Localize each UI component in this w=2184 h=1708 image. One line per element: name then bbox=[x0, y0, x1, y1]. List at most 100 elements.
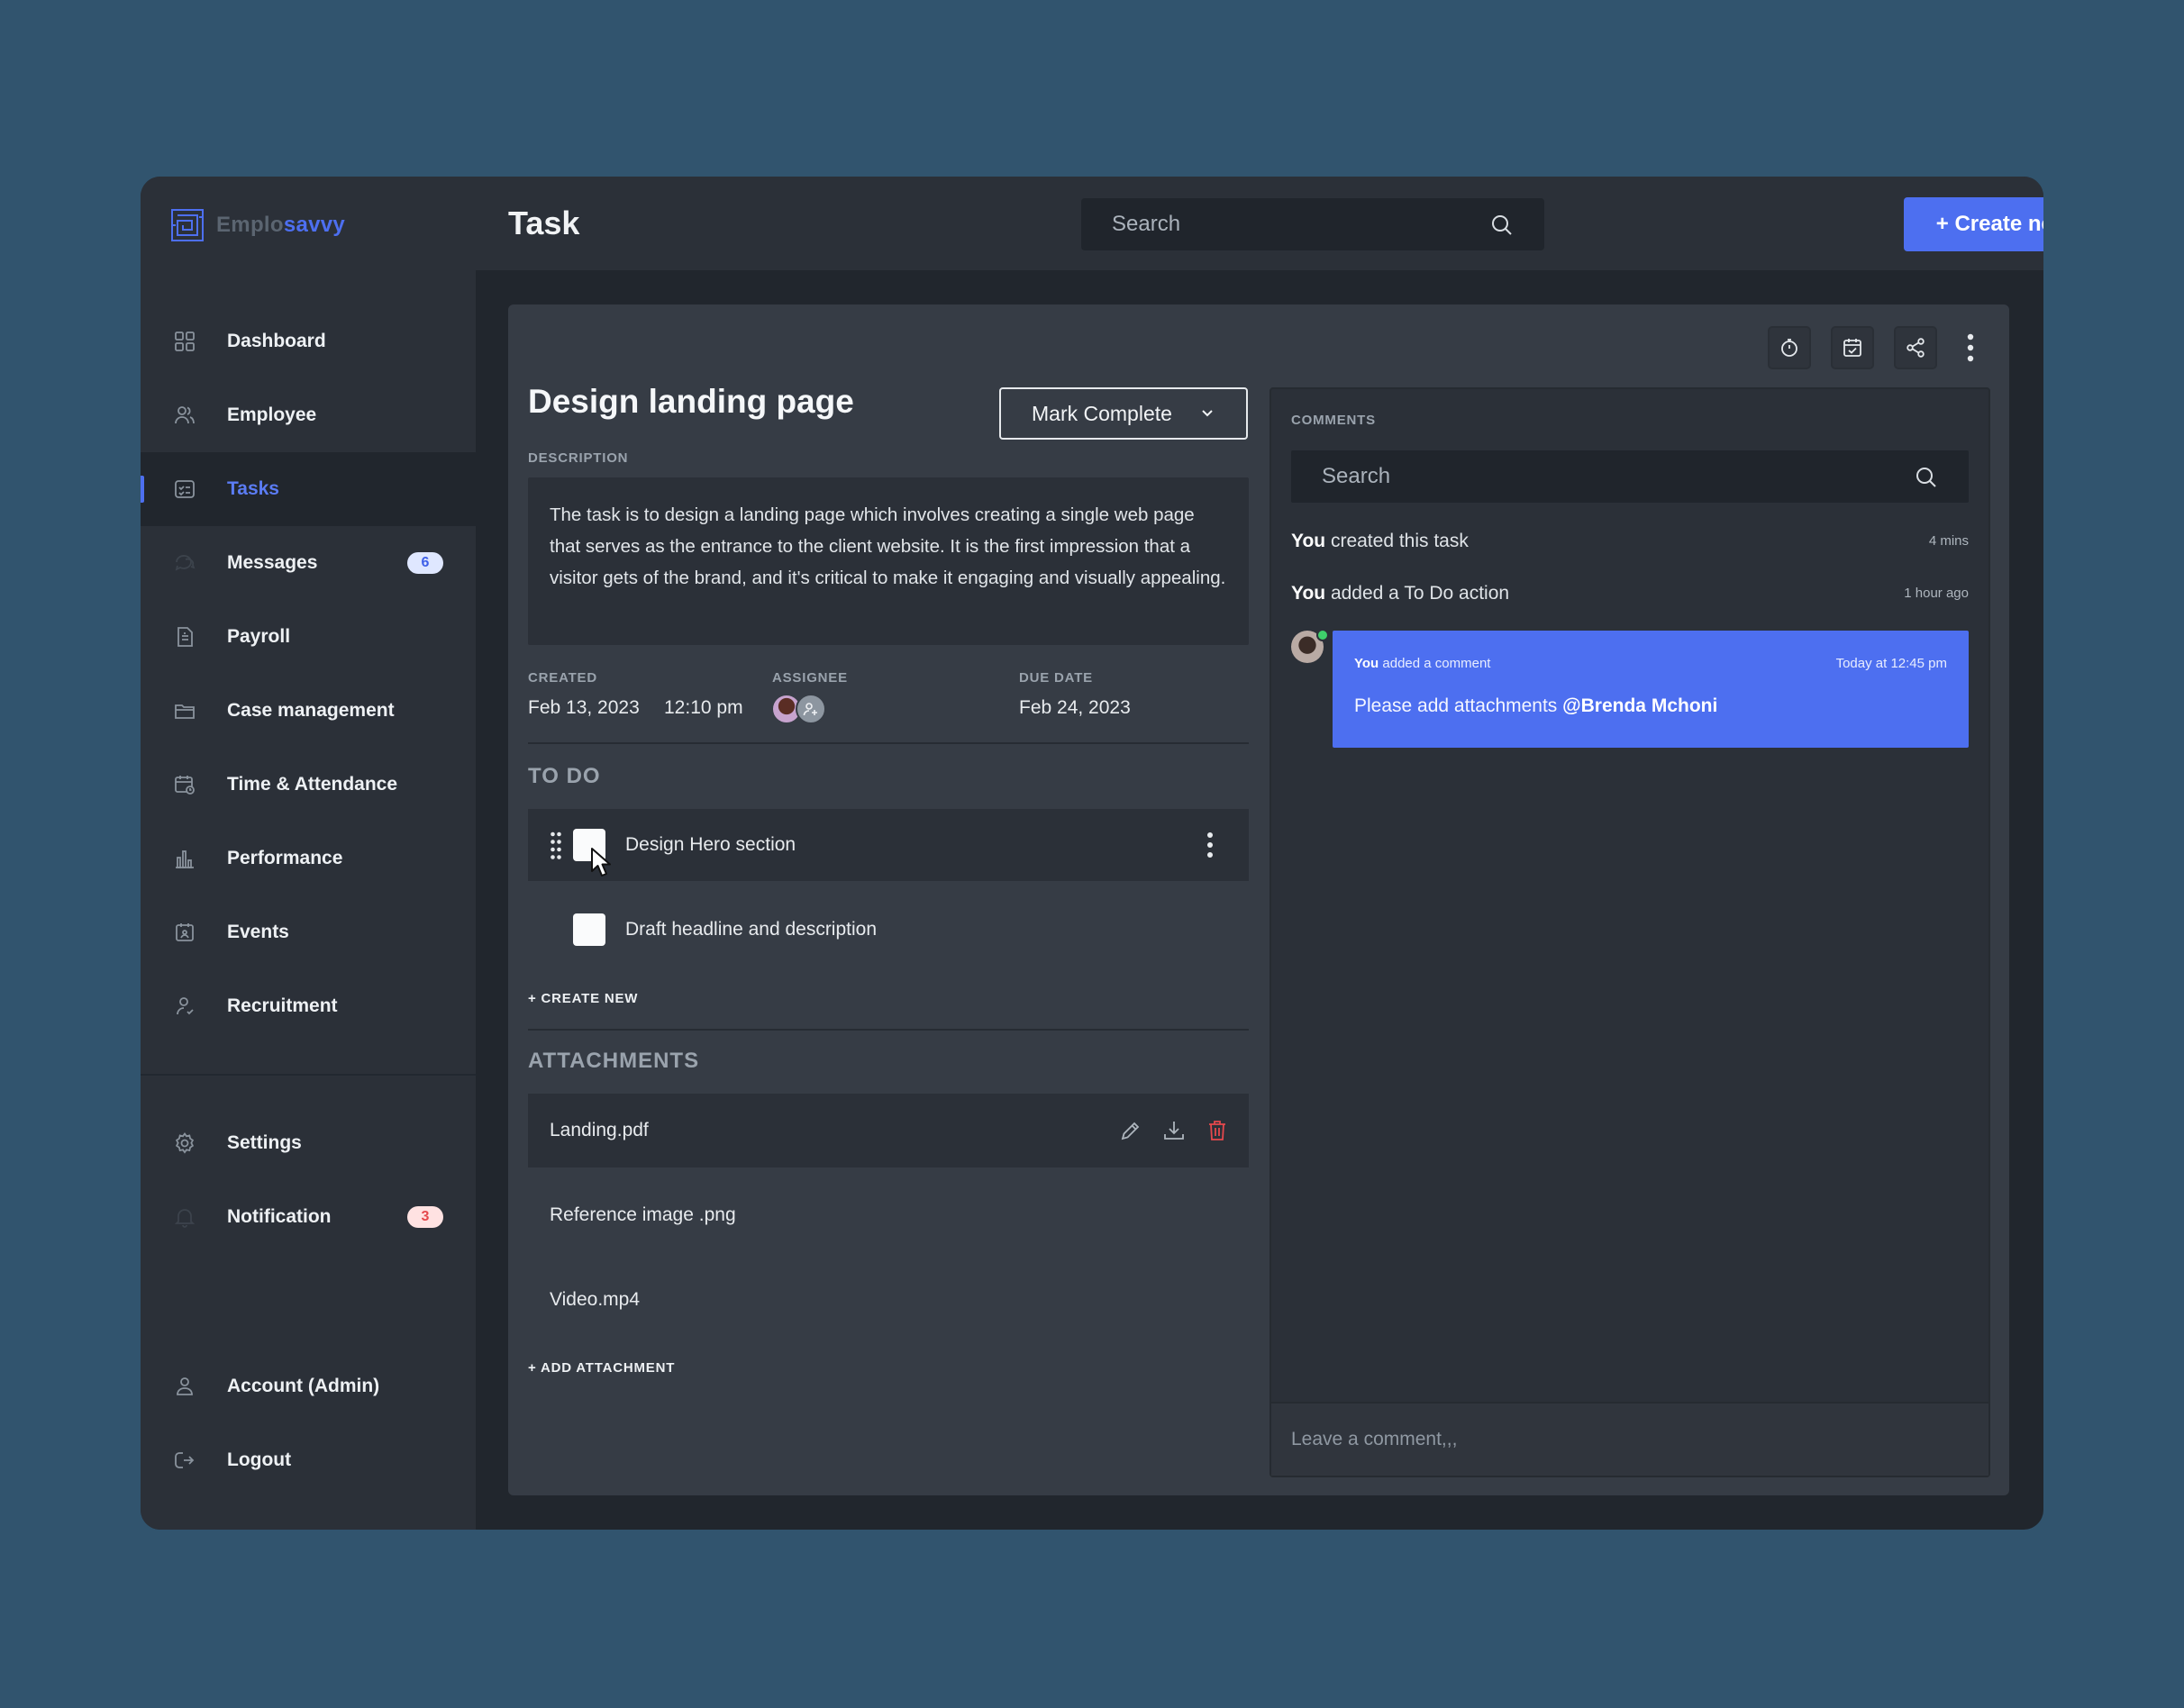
activity-item: You created this task 4 mins bbox=[1291, 528, 1969, 555]
download-icon[interactable] bbox=[1162, 1119, 1186, 1142]
created-time: 12:10 pm bbox=[664, 697, 743, 718]
activity-text: created this task bbox=[1330, 531, 1469, 551]
user-icon bbox=[177, 1377, 193, 1395]
sidebar-item-label: Notification bbox=[227, 1206, 332, 1227]
sidebar-item-recruitment[interactable]: Recruitment bbox=[141, 969, 476, 1043]
activity-time: 4 mins bbox=[1928, 533, 1969, 549]
attachment-item[interactable]: Video.mp4 bbox=[528, 1263, 1249, 1337]
create-new-todo-link[interactable]: + CREATE NEW bbox=[528, 991, 638, 1006]
todo-label: Draft headline and description bbox=[625, 919, 878, 940]
assignee-label: ASSIGNEE bbox=[772, 670, 848, 686]
brand-logo[interactable]: Emplosavvy bbox=[171, 207, 345, 243]
sidebar-item-label: Events bbox=[227, 922, 289, 942]
sidebar-item-payroll[interactable]: Payroll bbox=[141, 600, 476, 674]
search-placeholder: Search bbox=[1112, 212, 1181, 236]
payroll-icon bbox=[177, 627, 193, 647]
sidebar-item-messages[interactable]: Messages 6 bbox=[141, 526, 476, 600]
add-attachment-link[interactable]: + ADD ATTACHMENT bbox=[528, 1360, 675, 1376]
due-date-label: DUE DATE bbox=[1019, 670, 1093, 686]
divider bbox=[528, 742, 1249, 744]
comments-panel: COMMENTS Search You created this task 4 … bbox=[1269, 387, 1990, 1477]
recruit-icon bbox=[177, 997, 194, 1015]
logout-icon bbox=[175, 1452, 195, 1468]
description-text: The task is to design a landing page whi… bbox=[528, 477, 1249, 645]
add-assignee-button[interactable] bbox=[796, 694, 826, 724]
task-title: Design landing page bbox=[528, 383, 854, 420]
comments-label: COMMENTS bbox=[1291, 413, 1376, 428]
comments-search-input[interactable]: Search bbox=[1291, 450, 1969, 503]
sidebar: Emplosavvy Dashboard Employee Tasks Mess… bbox=[141, 177, 476, 1530]
bar-chart-icon bbox=[176, 850, 194, 868]
brand-name: Emplosavvy bbox=[216, 213, 346, 237]
activity-time: 1 hour ago bbox=[1904, 586, 1969, 601]
calendar-button[interactable] bbox=[1831, 326, 1874, 369]
attachment-name: Landing.pdf bbox=[550, 1120, 649, 1140]
sidebar-item-label: Employee bbox=[227, 404, 317, 425]
sidebar-item-performance[interactable]: Performance bbox=[141, 822, 476, 895]
sidebar-item-time-attendance[interactable]: Time & Attendance bbox=[141, 748, 476, 822]
sidebar-item-events[interactable]: Events bbox=[141, 895, 476, 969]
due-date: Feb 24, 2023 bbox=[1019, 697, 1131, 718]
grid-icon bbox=[175, 332, 195, 351]
attachments-heading: ATTACHMENTS bbox=[528, 1049, 700, 1073]
search-icon[interactable] bbox=[1490, 214, 1514, 237]
comment-placeholder: Leave a comment,,, bbox=[1291, 1429, 1458, 1449]
sidebar-item-case-management[interactable]: Case management bbox=[141, 674, 476, 748]
notification-count-badge: 3 bbox=[407, 1206, 443, 1228]
sidebar-item-label: Dashboard bbox=[227, 331, 326, 351]
share-icon bbox=[1906, 338, 1925, 358]
sidebar-item-notification[interactable]: Notification 3 bbox=[141, 1180, 476, 1254]
header-search-input[interactable]: Search bbox=[1081, 198, 1544, 250]
activity-text: added a To Do action bbox=[1330, 583, 1510, 604]
trash-icon[interactable] bbox=[1206, 1119, 1229, 1142]
todo-more-icon[interactable] bbox=[1206, 831, 1215, 859]
sidebar-item-employee[interactable]: Employee bbox=[141, 378, 476, 452]
attachment-actions bbox=[1119, 1119, 1229, 1142]
sidebar-item-account[interactable]: Account (Admin) bbox=[141, 1349, 476, 1423]
search-icon[interactable] bbox=[1915, 466, 1938, 489]
activity-actor: You bbox=[1291, 583, 1326, 604]
add-user-icon bbox=[803, 703, 817, 716]
more-options-icon[interactable] bbox=[1966, 332, 1975, 364]
sidebar-item-label: Payroll bbox=[227, 626, 291, 647]
sidebar-item-logout[interactable]: Logout bbox=[141, 1423, 476, 1497]
sidebar-item-tasks[interactable]: Tasks bbox=[141, 452, 476, 526]
maze-logo-icon bbox=[171, 209, 204, 241]
messages-count-badge: 6 bbox=[407, 552, 443, 574]
sidebar-item-settings[interactable]: Settings bbox=[141, 1106, 476, 1180]
created-date: Feb 13, 2023 bbox=[528, 697, 640, 718]
task-icon bbox=[175, 480, 195, 498]
activity-item: You added a To Do action 1 hour ago bbox=[1291, 580, 1969, 607]
sidebar-item-dashboard[interactable]: Dashboard bbox=[141, 304, 476, 378]
top-header: Task Search + Create new task bbox=[476, 177, 2043, 270]
timer-button[interactable] bbox=[1768, 326, 1811, 369]
page-title: Task bbox=[508, 204, 580, 241]
sidebar-item-label: Recruitment bbox=[227, 995, 338, 1016]
drag-handle-icon[interactable] bbox=[550, 831, 562, 861]
users-icon bbox=[175, 406, 195, 424]
share-button[interactable] bbox=[1894, 326, 1937, 369]
mention[interactable]: @Brenda Mchoni bbox=[1562, 695, 1717, 716]
todo-item[interactable]: Design Hero section bbox=[528, 809, 1249, 881]
bell-icon bbox=[174, 1209, 196, 1228]
attachment-item[interactable]: Reference image .png bbox=[528, 1178, 1249, 1252]
comment-bubble[interactable]: You added a comment Today at 12:45 pm Pl… bbox=[1333, 631, 1969, 748]
todo-checkbox[interactable] bbox=[573, 913, 605, 946]
comment-input[interactable]: Leave a comment,,, bbox=[1271, 1402, 1988, 1476]
todo-item[interactable]: Draft headline and description bbox=[528, 894, 1249, 966]
activity-actor: You bbox=[1291, 531, 1326, 551]
event-icon bbox=[176, 923, 194, 941]
todo-heading: TO DO bbox=[528, 764, 601, 788]
todo-label: Design Hero section bbox=[625, 834, 796, 855]
created-label: CREATED bbox=[528, 670, 597, 686]
search-placeholder: Search bbox=[1322, 464, 1391, 488]
sidebar-item-label: Case management bbox=[227, 700, 395, 721]
attachment-item[interactable]: Landing.pdf bbox=[528, 1094, 1249, 1167]
comment-message: Please add attachments @Brenda Mchoni bbox=[1354, 695, 1718, 716]
edit-pencil-icon[interactable] bbox=[1119, 1119, 1142, 1142]
mark-complete-button[interactable]: Mark Complete bbox=[999, 387, 1248, 440]
comment-time: Today at 12:45 pm bbox=[1835, 656, 1947, 671]
create-new-task-button[interactable]: + Create new task bbox=[1904, 197, 2043, 251]
chevron-down-icon bbox=[1202, 410, 1213, 417]
sidebar-item-label: Messages bbox=[227, 552, 318, 573]
